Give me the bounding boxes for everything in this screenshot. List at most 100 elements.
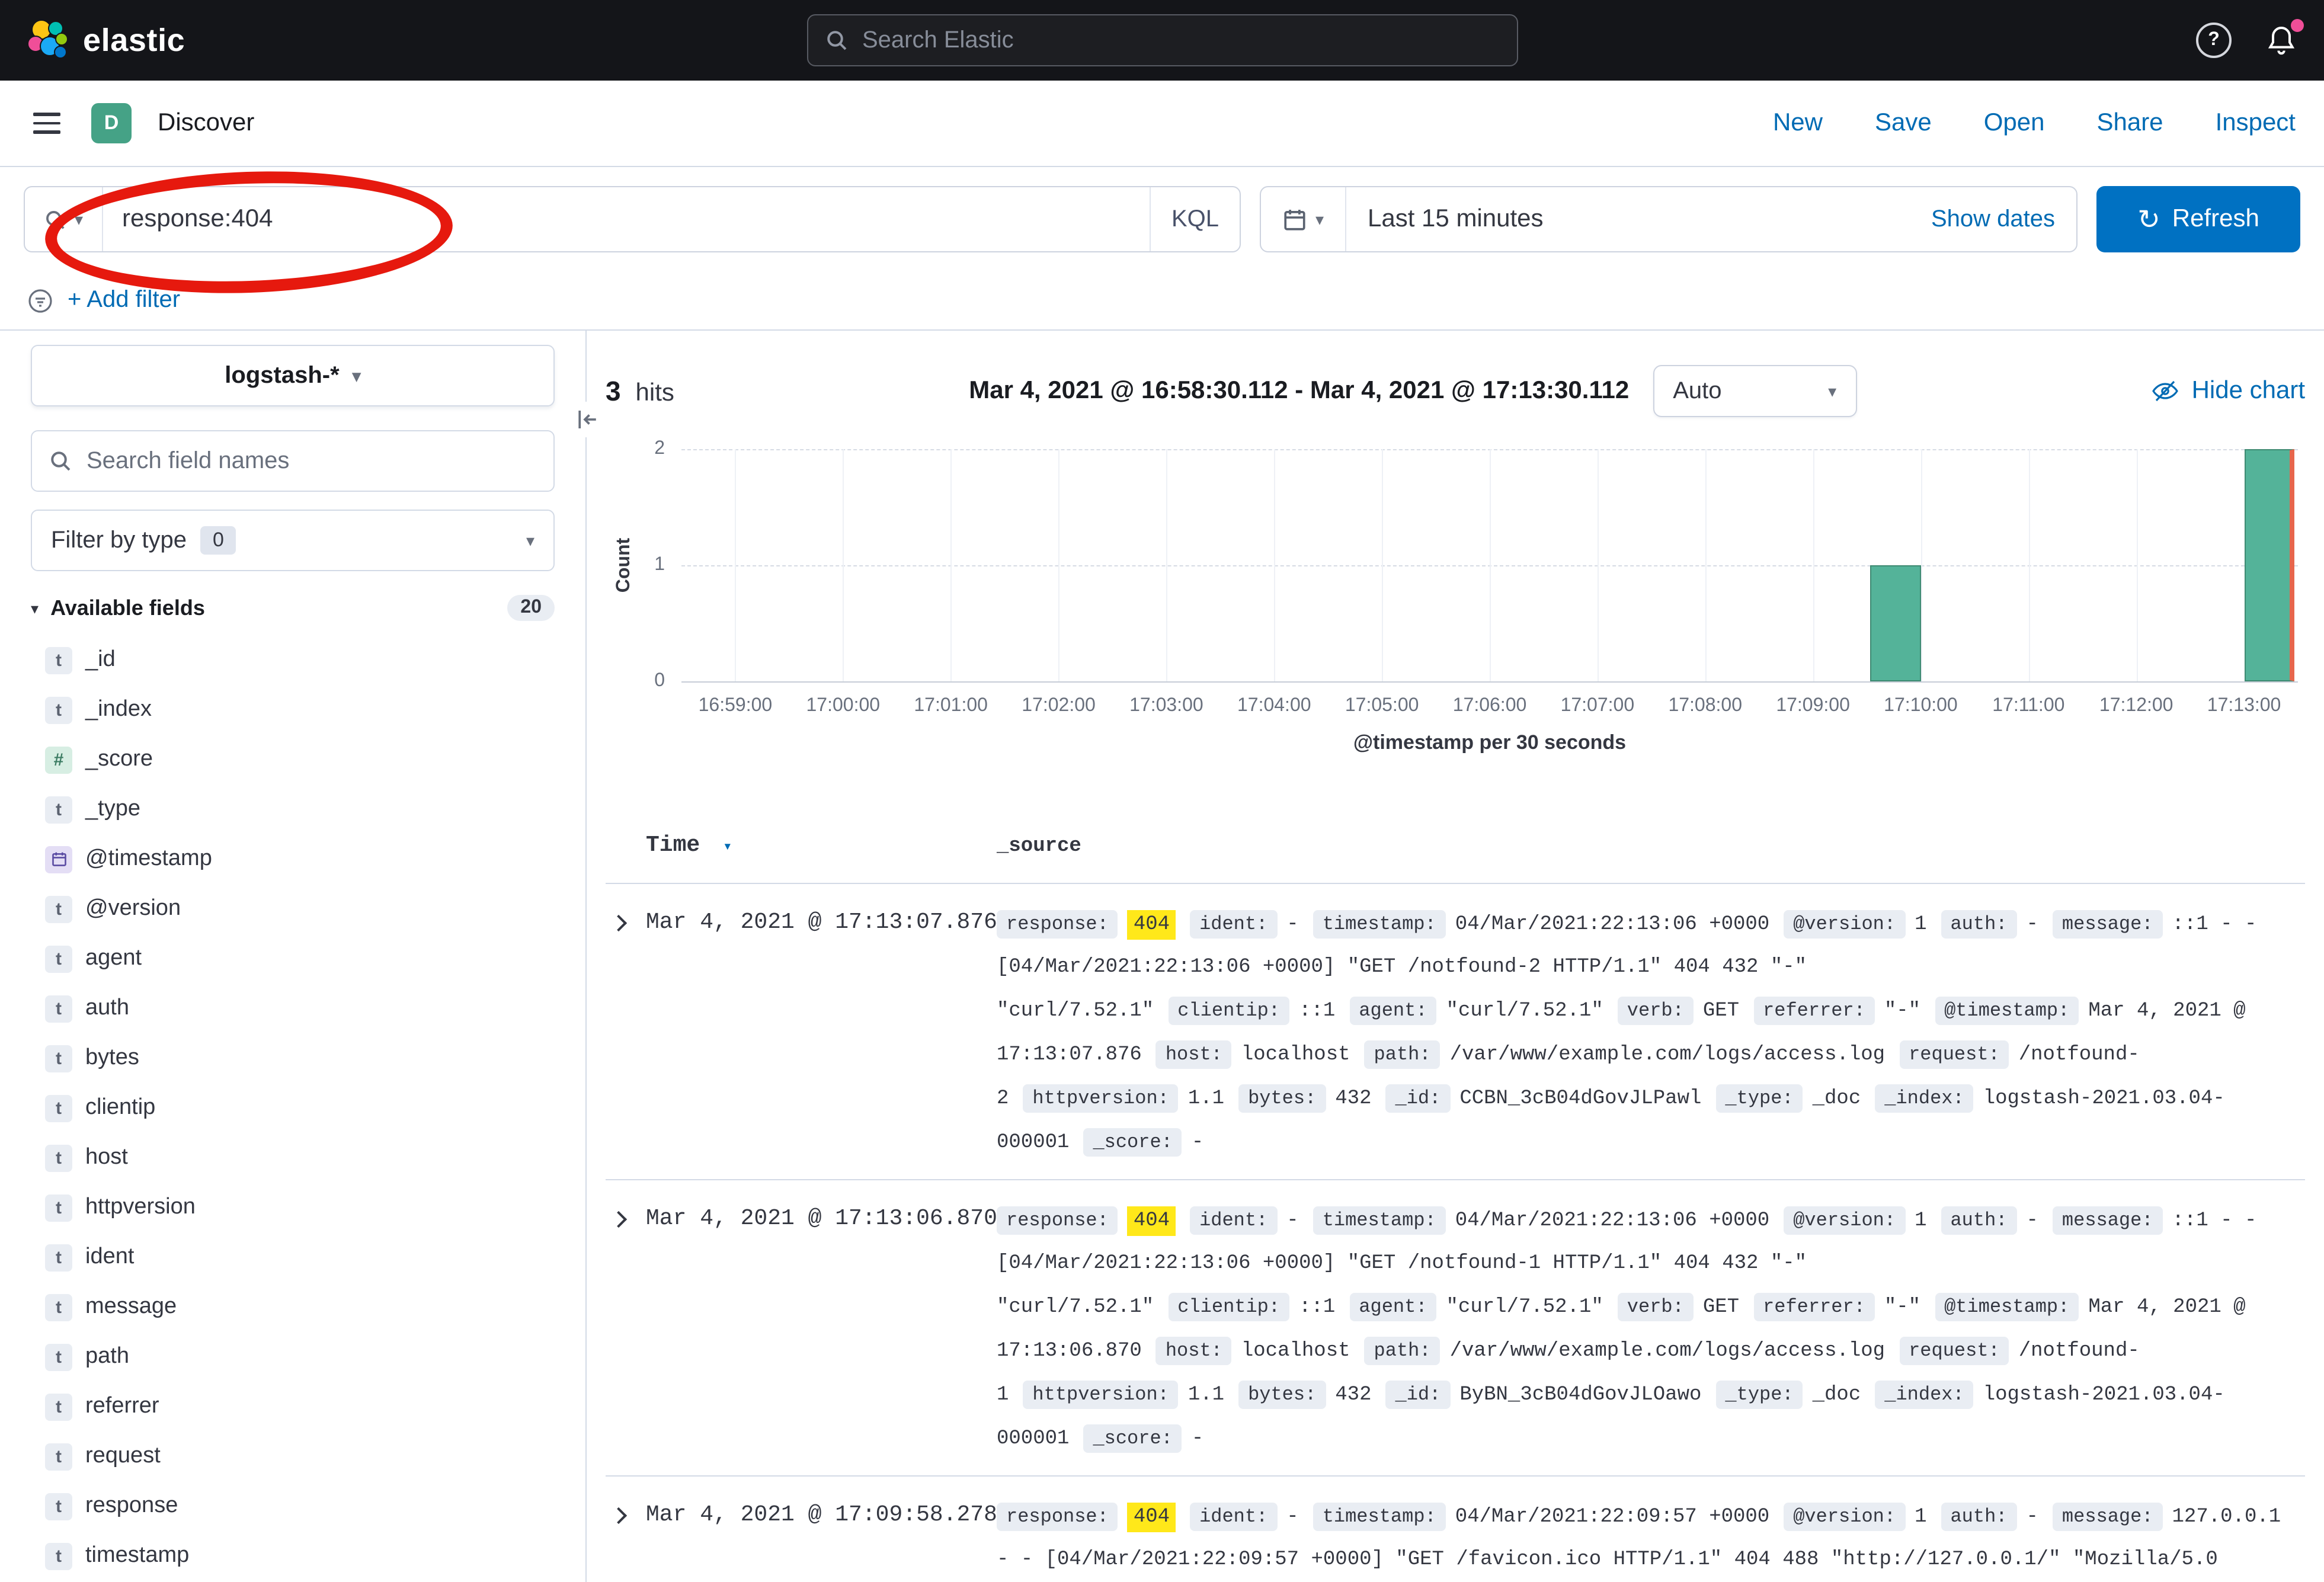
source-field-pill: httpversion: (1023, 1381, 1178, 1409)
doc-source: response:404ident:-timestamp:04/Mar/2021… (997, 1199, 2305, 1461)
string-field-icon: t (45, 1094, 72, 1122)
field-name: path (85, 1344, 129, 1370)
gridline (1598, 449, 1599, 681)
source-field-value: 1 (1915, 1210, 1926, 1232)
field-name: response (85, 1493, 178, 1519)
expand-doc-button[interactable] (610, 1507, 627, 1524)
number-field-icon: # (45, 746, 72, 773)
source-field-pill: path: (1365, 1337, 1441, 1365)
new-button[interactable]: New (1773, 109, 1823, 137)
source-field-pill: bytes: (1238, 1381, 1326, 1409)
source-field-pill: ident: (1190, 1503, 1277, 1531)
add-filter-button[interactable]: + Add filter (68, 287, 180, 314)
global-search-input[interactable] (862, 27, 1500, 54)
string-field-icon: t (45, 1045, 72, 1072)
query-input[interactable] (103, 187, 1150, 251)
source-field-pill: referrer: (1753, 997, 1875, 1025)
query-language-button[interactable]: KQL (1150, 187, 1240, 251)
field-item-response[interactable]: tresponse (45, 1481, 555, 1531)
filter-bar: + Add filter (0, 271, 2324, 331)
field-item-timestamp[interactable]: ttimestamp (45, 1531, 555, 1581)
source-field-value: 1.1 (1188, 1384, 1224, 1407)
field-item-referrer[interactable]: treferrer (45, 1382, 555, 1432)
time-column-header[interactable]: Time ▾ (646, 826, 997, 869)
field-item-message[interactable]: tmessage (45, 1282, 555, 1332)
calendar-icon (1282, 207, 1307, 232)
notifications-icon[interactable] (2265, 24, 2298, 57)
source-field-pill: message: (2053, 1503, 2163, 1531)
x-tick-label: 17:01:00 (914, 696, 988, 717)
source-field-pill: request: (1899, 1337, 2009, 1365)
field-item-path[interactable]: tpath (45, 1332, 555, 1382)
index-pattern-selector[interactable]: logstash-* ▾ (31, 345, 555, 406)
field-item-_id[interactable]: t_id (45, 635, 555, 685)
field-item-auth[interactable]: tauth (45, 984, 555, 1033)
field-item-httpversion[interactable]: thttpversion (45, 1183, 555, 1232)
filter-by-type-dropdown[interactable]: Filter by type 0 ▾ (31, 510, 555, 571)
source-field-value: GET (1703, 1296, 1739, 1319)
save-button[interactable]: Save (1875, 109, 1932, 137)
source-field-pill: path: (1365, 1040, 1441, 1069)
gridline (681, 681, 2298, 683)
y-tick-label: 0 (654, 671, 665, 692)
interval-select[interactable]: Auto ▾ (1653, 365, 1856, 417)
field-search-box[interactable] (31, 430, 555, 492)
field-item-_type[interactable]: t_type (45, 784, 555, 834)
field-item-_index[interactable]: t_index (45, 685, 555, 735)
global-search-box[interactable] (806, 14, 1518, 66)
field-search-input[interactable] (87, 447, 537, 475)
field-item-agent[interactable]: tagent (45, 934, 555, 984)
field-item-request[interactable]: trequest (45, 1432, 555, 1481)
refresh-button[interactable]: ↻ Refresh (2096, 186, 2300, 252)
source-field-value: 1 (1915, 914, 1926, 936)
string-field-icon: t (45, 1244, 72, 1271)
fields-sidebar: logstash-* ▾ Filter by type 0 ▾ ▾ Availa… (0, 331, 587, 1582)
available-fields-header[interactable]: ▾ Available fields 20 (31, 595, 555, 621)
field-item-_score[interactable]: #_score (45, 735, 555, 784)
field-item-ident[interactable]: tident (45, 1232, 555, 1282)
elastic-home-link[interactable]: elastic (26, 19, 185, 62)
discover-app-icon[interactable]: D (91, 103, 132, 143)
chart-plot-area: 01216:59:0017:00:0017:01:0017:02:0017:03… (681, 449, 2298, 681)
field-item-bytes[interactable]: tbytes (45, 1033, 555, 1083)
field-item-@version[interactable]: t@version (45, 884, 555, 934)
gridline (1813, 449, 1814, 681)
field-name: ident (85, 1244, 134, 1270)
source-field-pill: request: (1899, 1040, 2009, 1069)
source-field-value: 1.1 (1188, 1088, 1224, 1110)
filter-icon[interactable] (26, 286, 55, 315)
open-button[interactable]: Open (1984, 109, 2045, 137)
field-item-host[interactable]: thost (45, 1133, 555, 1183)
source-field-pill: _score: (1083, 1424, 1182, 1453)
x-tick-label: 17:07:00 (1561, 696, 1635, 717)
global-header: elastic ? (0, 0, 2324, 81)
source-field-pill: response: (997, 1206, 1118, 1235)
chart-bar[interactable] (2244, 449, 2294, 681)
help-icon[interactable]: ? (2196, 23, 2232, 58)
chart-bar[interactable] (1870, 565, 1920, 681)
field-item-clientip[interactable]: tclientip (45, 1083, 555, 1133)
expand-doc-button[interactable] (610, 1211, 627, 1228)
inspect-button[interactable]: Inspect (2216, 109, 2296, 137)
show-dates-button[interactable]: Show dates (1931, 206, 2055, 233)
time-range-value[interactable]: Last 15 minutes (1368, 205, 1544, 233)
field-list: t_idt_index#_scoret_type@timestampt@vers… (31, 635, 555, 1581)
gridline (2136, 449, 2137, 681)
source-field-pill: response: (997, 910, 1118, 939)
expand-doc-button[interactable] (610, 915, 627, 931)
share-button[interactable]: Share (2096, 109, 2163, 137)
source-field-pill: timestamp: (1313, 1206, 1446, 1235)
source-field-pill: clientip: (1168, 997, 1289, 1025)
field-item-@timestamp[interactable]: @timestamp (45, 834, 555, 884)
source-field-value: 1 (1915, 1506, 1926, 1529)
hide-chart-button[interactable]: Hide chart (2152, 377, 2305, 405)
collapse-sidebar-button[interactable] (570, 402, 606, 437)
calendar-button[interactable]: ▾ (1261, 187, 1346, 251)
string-field-icon: t (45, 696, 72, 723)
source-field-pill: @version: (1784, 910, 1905, 939)
documents-table: Time ▾ _source Mar 4, 2021 @ 17:13:07.87… (606, 812, 2305, 1582)
string-field-icon: t (45, 1393, 72, 1420)
saved-query-menu-button[interactable]: ▾ (25, 187, 103, 251)
gridline (2028, 449, 2030, 681)
menu-button[interactable] (28, 106, 65, 141)
